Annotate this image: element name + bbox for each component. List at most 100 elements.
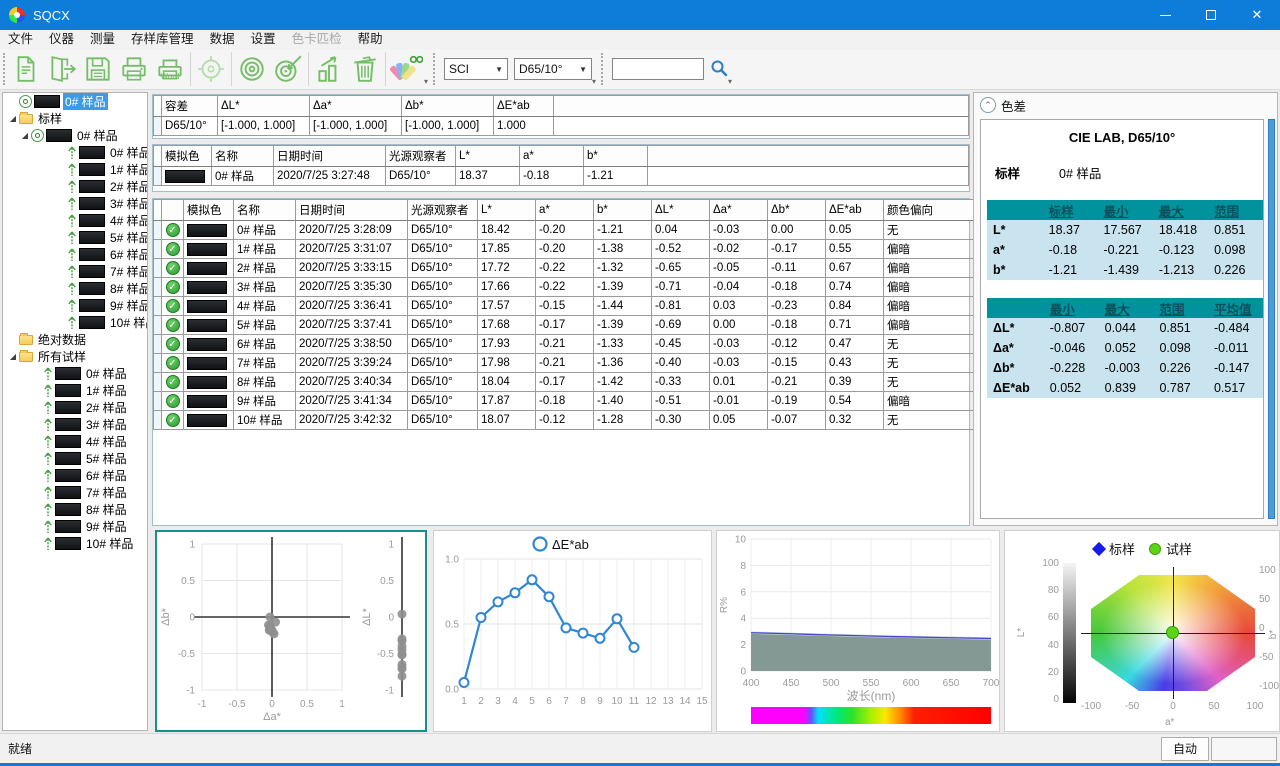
status-bar: 就绪 自动 <box>0 733 1280 763</box>
menu-instrument[interactable]: 仪器 <box>41 30 82 49</box>
table-row[interactable]: ✓3# 样品2020/7/25 3:35:30D65/10°17.66-0.22… <box>154 278 974 297</box>
new-document-button[interactable] <box>8 50 44 88</box>
table-header-row: 容差ΔL*Δa*Δb*ΔE*ab <box>154 96 969 117</box>
tree-item[interactable]: ◢0# 样品 <box>3 127 147 144</box>
toolbar-overflow-icon[interactable]: ▾ <box>728 77 732 86</box>
tree-item[interactable]: 5# 样品 <box>3 450 147 467</box>
table-row[interactable]: ✓5# 样品2020/7/25 3:37:41D65/10°17.68-0.17… <box>154 316 974 335</box>
tree-item[interactable]: 绝对数据 <box>3 331 147 348</box>
tree-item[interactable]: 2# 样品 <box>3 178 147 195</box>
minimize-button[interactable] <box>1142 0 1188 30</box>
tree-item[interactable]: 6# 样品 <box>3 246 147 263</box>
table-row[interactable]: ✓8# 样品2020/7/25 3:40:34D65/10°18.04-0.17… <box>154 373 974 392</box>
toolbar-overflow-icon[interactable]: ▾ <box>592 77 596 86</box>
tree-item[interactable]: 10# 样品 <box>3 314 147 331</box>
tree-item[interactable]: 5# 样品 <box>3 229 147 246</box>
tree-item[interactable]: 7# 样品 <box>3 263 147 280</box>
table-row[interactable]: D65/10°[-1.000, 1.000][-1.000, 1.000][-1… <box>154 117 969 136</box>
tree-item[interactable]: 10# 样品 <box>3 535 147 552</box>
table-row[interactable]: ✓6# 样品2020/7/25 3:38:50D65/10°17.93-0.21… <box>154 335 974 354</box>
tree-expander-icon[interactable]: ◢ <box>19 131 31 140</box>
tree-item[interactable]: 0# 样品 <box>3 93 147 110</box>
print-word-button[interactable]: Word <box>152 50 188 88</box>
collapse-panel-icon[interactable]: ⌃ <box>980 97 996 113</box>
tree-item[interactable]: 0# 样品 <box>3 365 147 382</box>
cell: 0.05 <box>826 221 884 240</box>
toolbar-grip <box>433 53 435 85</box>
tree-expander-icon[interactable]: ◢ <box>7 114 19 123</box>
tree-item[interactable]: ◢所有试样 <box>3 348 147 365</box>
tree-item[interactable]: 4# 样品 <box>3 212 147 229</box>
cell: -0.03 <box>710 335 768 354</box>
table-row[interactable]: 0# 样品2020/7/25 3:27:48D65/10°18.37-0.18-… <box>154 167 969 186</box>
delete-button[interactable] <box>347 50 383 88</box>
sample-name: 9# 样品 <box>234 392 296 411</box>
table-row[interactable]: ✓2# 样品2020/7/25 3:33:15D65/10°17.72-0.22… <box>154 259 974 278</box>
cell: 18.42 <box>478 221 536 240</box>
tree-item[interactable]: 3# 样品 <box>3 195 147 212</box>
table-row[interactable]: ✓0# 样品2020/7/25 3:28:09D65/10°18.42-0.20… <box>154 221 974 240</box>
panel-scrollbar[interactable] <box>1268 119 1275 519</box>
a-axis-title: a* <box>1165 717 1174 728</box>
diff-cell: 0.226 <box>1208 260 1263 280</box>
check-icon: ✓ <box>166 375 180 389</box>
table-row[interactable]: ✓1# 样品2020/7/25 3:31:07D65/10°17.85-0.20… <box>154 240 974 259</box>
maximize-button[interactable] <box>1188 0 1234 30</box>
a-axis-tick: 100 <box>1241 701 1269 712</box>
tree-item[interactable]: 7# 样品 <box>3 484 147 501</box>
tree-item[interactable]: 3# 样品 <box>3 416 147 433</box>
print-button[interactable] <box>116 50 152 88</box>
svg-text:1: 1 <box>461 696 467 707</box>
calibrate-button[interactable] <box>193 50 229 88</box>
menu-file[interactable]: 文件 <box>0 30 41 49</box>
standard-datetime: 2020/7/25 3:27:48 <box>274 167 386 186</box>
tree-item[interactable]: 9# 样品 <box>3 518 147 535</box>
diff-cell: -0.046 <box>1044 338 1099 358</box>
save-button[interactable] <box>80 50 116 88</box>
measure-sample-button[interactable] <box>270 50 306 88</box>
export-button[interactable] <box>44 50 80 88</box>
search-icon[interactable] <box>710 59 728 80</box>
illuminant-observer-select[interactable]: D65/10°▼ <box>514 58 592 80</box>
tree-expander-icon[interactable]: ◢ <box>7 352 19 361</box>
table-row[interactable]: ✓4# 样品2020/7/25 3:36:41D65/10°17.57-0.15… <box>154 297 974 316</box>
table-row[interactable]: ✓7# 样品2020/7/25 3:39:24D65/10°17.98-0.21… <box>154 354 974 373</box>
tree-item[interactable]: ◢标样 <box>3 110 147 127</box>
sample-name: 0# 样品 <box>234 221 296 240</box>
close-button[interactable]: ✕ <box>1234 0 1280 30</box>
tree-item[interactable]: 1# 样品 <box>3 161 147 178</box>
tree-item[interactable]: 4# 样品 <box>3 433 147 450</box>
measure-standard-button[interactable] <box>234 50 270 88</box>
table-row[interactable]: ✓9# 样品2020/7/25 3:41:34D65/10°17.87-0.18… <box>154 392 974 411</box>
tree-item[interactable]: 9# 样品 <box>3 297 147 314</box>
cell: -0.30 <box>652 411 710 430</box>
search-input[interactable] <box>612 58 704 80</box>
sci-mode-select[interactable]: SCI▼ <box>444 58 508 80</box>
table-row[interactable]: ✓10# 样品2020/7/25 3:42:32D65/10°18.07-0.1… <box>154 411 974 430</box>
menu-data[interactable]: 数据 <box>202 30 243 49</box>
tree-item[interactable]: 2# 样品 <box>3 399 147 416</box>
menu-color-card-match[interactable]: 色卡匹检 <box>284 30 350 49</box>
tree-item-label: 7# 样品 <box>84 484 129 501</box>
color-diff-panel: ⌃ 色差 CIE LAB, D65/10° 标样 0# 样品 标样最小最大范围L… <box>973 92 1278 526</box>
l-axis-tick: 60 <box>1035 612 1059 623</box>
chart-button[interactable] <box>311 50 347 88</box>
tree-item[interactable]: 8# 样品 <box>3 501 147 518</box>
tree-item[interactable]: 1# 样品 <box>3 382 147 399</box>
title-bar: SQCX ✕ <box>0 0 1280 30</box>
tree-item[interactable]: 8# 样品 <box>3 280 147 297</box>
check-icon: ✓ <box>166 242 180 256</box>
menu-sample-library[interactable]: 存样库管理 <box>123 30 202 49</box>
diff-panel-title: 色差 <box>1001 96 1026 115</box>
toolbar-overflow-icon[interactable]: ▾ <box>424 77 428 86</box>
tree-item[interactable]: 6# 样品 <box>3 467 147 484</box>
menu-measure[interactable]: 测量 <box>82 30 123 49</box>
tree-item[interactable]: 0# 样品 <box>3 144 147 161</box>
menu-settings[interactable]: 设置 <box>243 30 284 49</box>
auto-button[interactable]: 自动 <box>1161 737 1209 761</box>
l-axis-tick: 80 <box>1035 585 1059 596</box>
arrow-up-icon <box>67 197 77 211</box>
diff-cell: 0.052 <box>1099 338 1154 358</box>
color-card-button[interactable] <box>388 50 424 88</box>
menu-help[interactable]: 帮助 <box>350 30 391 49</box>
